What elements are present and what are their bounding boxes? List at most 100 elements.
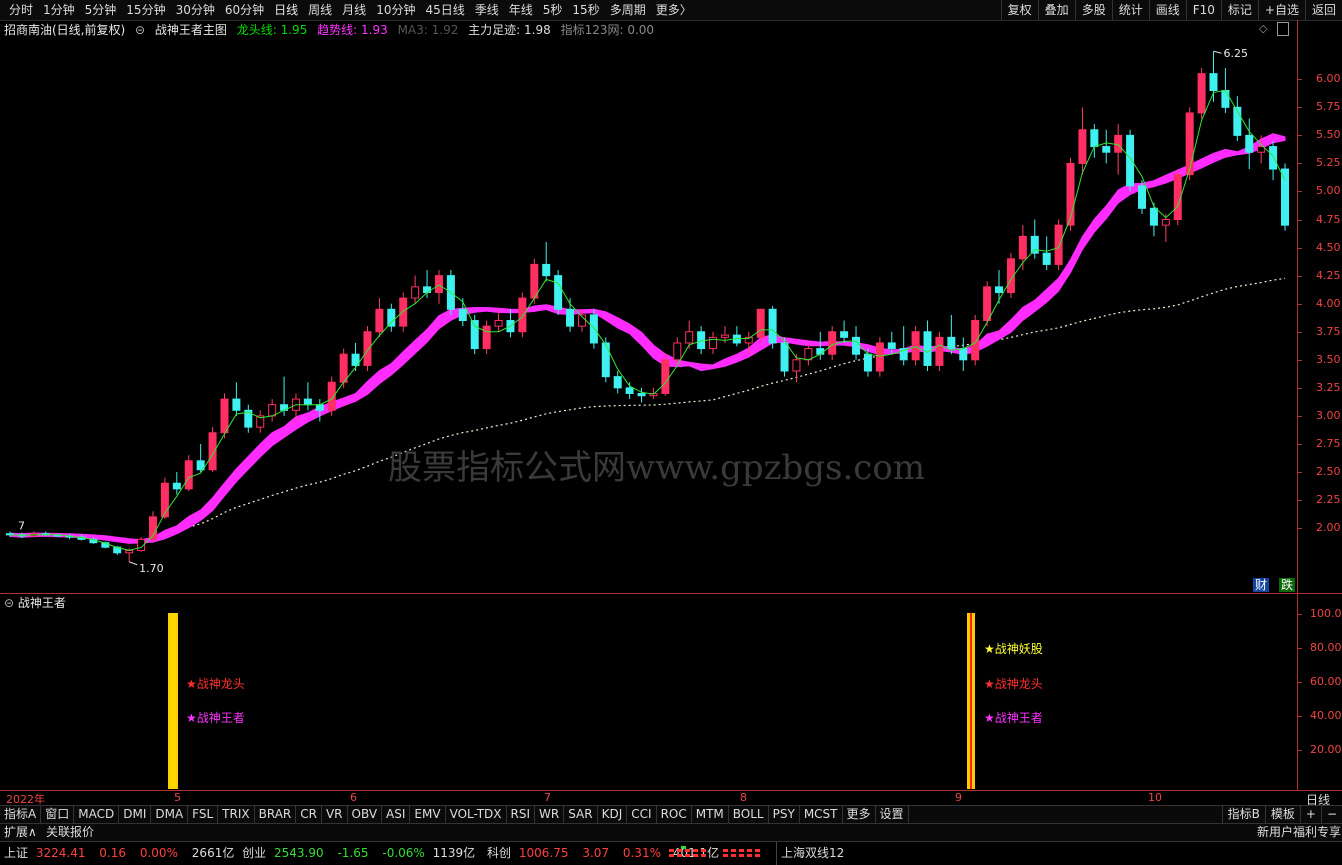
tool-button-0[interactable]: 复权: [1000, 0, 1038, 20]
price-tick-7: 4.25: [1316, 268, 1341, 282]
candle-body: [947, 336, 956, 350]
indicator-tab-15[interactable]: WR: [535, 806, 565, 823]
tool-button-1[interactable]: 叠加: [1037, 0, 1075, 20]
period-tab-16[interactable]: 更多〉: [651, 0, 697, 20]
month-label-7: 7: [544, 791, 551, 804]
period-tab-15[interactable]: 多周期: [605, 0, 651, 20]
indicator-tab-24[interactable]: 更多: [843, 806, 876, 823]
indicator-tab-14[interactable]: RSI: [507, 806, 536, 823]
breadth-red-top-2: [755, 849, 760, 852]
indicator-tab-19[interactable]: ROC: [657, 806, 692, 823]
indicator-tab-18[interactable]: CCI: [627, 806, 657, 823]
indicator-tab-0[interactable]: 指标A: [0, 806, 42, 823]
indicator-tab-16[interactable]: SAR: [564, 806, 598, 823]
tool-button-8[interactable]: 返回: [1304, 0, 1342, 20]
indicator-tab-23[interactable]: MCST: [800, 806, 843, 823]
cy-index-name[interactable]: 创业: [242, 846, 266, 860]
tool-button-7[interactable]: +自选: [1257, 0, 1305, 20]
breadth-red-top-2: [731, 849, 736, 852]
candle-body: [828, 331, 837, 355]
price-tick-15: 2.25: [1316, 493, 1341, 507]
candle-body: [1221, 89, 1230, 108]
indicator-tab-5[interactable]: FSL: [188, 806, 219, 823]
expand-button[interactable]: 扩展∧: [4, 824, 37, 841]
tab-right-3[interactable]: −: [1320, 806, 1342, 823]
indicator-tab-17[interactable]: KDJ: [598, 806, 628, 823]
breadth-red-bottom-2: [755, 854, 760, 857]
price-tick-mark-16: [1298, 528, 1302, 530]
indicator-tab-6[interactable]: TRIX: [218, 806, 255, 823]
candle-body: [399, 297, 408, 327]
indicator-tab-7[interactable]: BRAR: [255, 806, 297, 823]
price-tick-mark-8: [1298, 303, 1302, 305]
indicator-tab-25[interactable]: 设置: [876, 806, 909, 823]
indicator-tab-22[interactable]: PSY: [769, 806, 800, 823]
indicator-tab-3[interactable]: DMI: [119, 806, 152, 823]
tab-right-1[interactable]: 模板: [1264, 806, 1300, 823]
period-tab-3[interactable]: 15分钟: [121, 0, 170, 20]
indicator-chart[interactable]: [0, 594, 1297, 790]
indicator-tab-12[interactable]: EMV: [410, 806, 446, 823]
period-tab-0[interactable]: 分时: [4, 0, 38, 20]
period-tab-11[interactable]: 季线: [470, 0, 504, 20]
candle-body: [184, 460, 193, 490]
candlestick-chart[interactable]: 6.25 1.70 7: [0, 20, 1297, 593]
period-tab-2[interactable]: 5分钟: [80, 0, 122, 20]
candle-body: [1173, 174, 1182, 221]
indicator-tab-21[interactable]: BOLL: [729, 806, 769, 823]
finance-badge[interactable]: 财: [1253, 578, 1270, 592]
indicator-tab-4[interactable]: DMA: [151, 806, 189, 823]
cy-index-pct: -0.06%: [382, 846, 425, 860]
period-tab-1[interactable]: 1分钟: [38, 0, 80, 20]
period-tab-6[interactable]: 日线: [269, 0, 303, 20]
candle-body: [1114, 134, 1123, 153]
tool-button-4[interactable]: 画线: [1148, 0, 1186, 20]
indicator-tab-2[interactable]: MACD: [74, 806, 120, 823]
tab-right-0[interactable]: 指标B: [1221, 806, 1265, 823]
tool-button-2[interactable]: 多股: [1074, 0, 1112, 20]
period-tab-13[interactable]: 5秒: [538, 0, 568, 20]
breadth-red-bottom: [701, 854, 706, 857]
candle-body: [1078, 129, 1087, 164]
period-tab-9[interactable]: 10分钟: [371, 0, 420, 20]
fall-badge[interactable]: 跌: [1279, 578, 1296, 592]
period-tab-12[interactable]: 年线: [504, 0, 538, 20]
linked-quote-button[interactable]: 关联报价: [46, 824, 94, 841]
tool-button-6[interactable]: 标记: [1220, 0, 1258, 20]
indicator-tab-9[interactable]: VR: [322, 806, 348, 823]
breadth-red-top-2: [723, 849, 728, 852]
period-tab-7[interactable]: 周线: [303, 0, 337, 20]
period-tab-10[interactable]: 45日线: [420, 0, 469, 20]
indicator-tab-20[interactable]: MTM: [692, 806, 729, 823]
promo-link[interactable]: 新用户福利专享: [1257, 824, 1341, 841]
indicator-tab-13[interactable]: VOL-TDX: [446, 806, 507, 823]
candle-body: [530, 263, 539, 299]
month-label-10: 10: [1148, 791, 1162, 804]
period-tab-8[interactable]: 月线: [337, 0, 371, 20]
indicator-tab-11[interactable]: ASI: [382, 806, 411, 823]
candle-body: [1054, 224, 1063, 265]
period-tab-4[interactable]: 30分钟: [171, 0, 220, 20]
signal-bar-2-core: [970, 613, 972, 789]
tool-button-3[interactable]: 统计: [1111, 0, 1149, 20]
breadth-red-top: [685, 849, 690, 852]
candle-body: [756, 308, 765, 338]
sh-index-name[interactable]: 上证: [4, 846, 28, 860]
tab-right-2[interactable]: +: [1299, 806, 1321, 823]
candle-body: [816, 348, 825, 355]
price-tick-5: 4.75: [1316, 212, 1341, 226]
tool-button-5[interactable]: F10: [1185, 0, 1221, 20]
indicator-tab-10[interactable]: OBV: [348, 806, 383, 823]
indicator-tab-1[interactable]: 窗口: [41, 806, 75, 823]
period-tab-14[interactable]: 15秒: [567, 0, 604, 20]
candle-body: [1197, 73, 1206, 114]
candle-body: [542, 263, 551, 277]
indicator-tick-2: 60.00: [1310, 675, 1342, 688]
ticker-text[interactable]: 上海双线12: [776, 842, 844, 865]
kc-index-name[interactable]: 科创: [487, 846, 511, 860]
period-tabs: 分时 1分钟 5分钟 15分钟 30分钟 60分钟 日线 周线 月线 10分钟 45日线 季线 年线 5秒…: [4, 0, 697, 20]
indicator-tab-8[interactable]: CR: [296, 806, 322, 823]
price-tick-mark-7: [1298, 275, 1302, 277]
period-tab-5[interactable]: 60分钟: [220, 0, 269, 20]
market-breadth-icon[interactable]: [667, 846, 767, 860]
